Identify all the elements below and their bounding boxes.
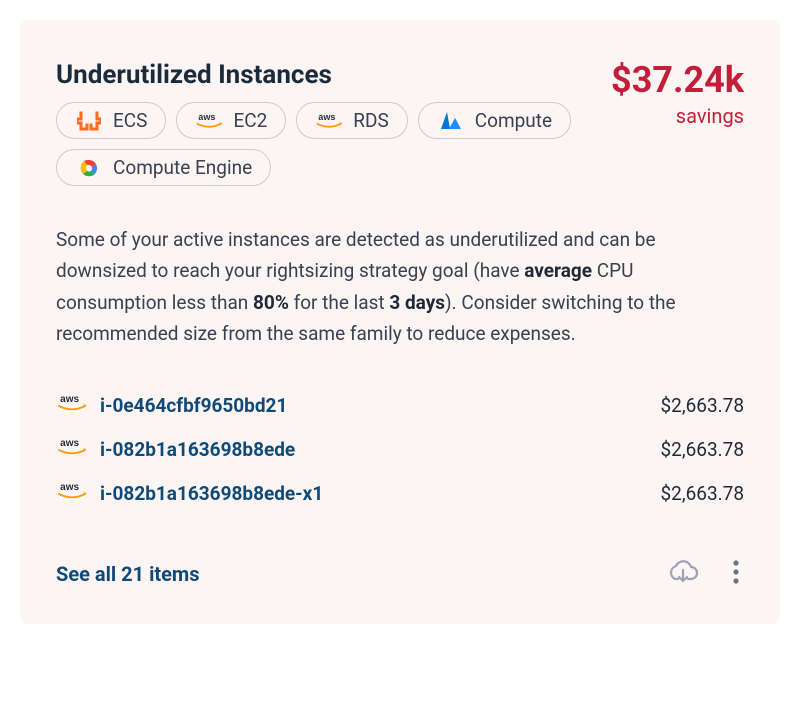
ecs-icon xyxy=(75,111,103,131)
aws-icon xyxy=(315,111,343,131)
card-footer: See all 21 items xyxy=(56,555,744,592)
instance-savings: $2,663.78 xyxy=(661,394,745,417)
chip-label: ECS xyxy=(113,109,147,132)
underutilized-instances-card: Underutilized Instances ECS xyxy=(20,20,780,624)
instance-savings: $2,663.78 xyxy=(661,482,745,505)
azure-icon xyxy=(437,111,465,131)
savings-amount: $37.24k xyxy=(611,62,744,98)
chip-label: Compute xyxy=(475,109,552,132)
chip-label: Compute Engine xyxy=(113,156,252,179)
chip-rds[interactable]: RDS xyxy=(296,102,407,139)
kebab-menu-icon xyxy=(732,559,740,588)
aws-icon xyxy=(56,437,88,461)
aws-icon xyxy=(56,393,88,417)
instance-id-link[interactable]: i-0e464cfbf9650bd21 xyxy=(100,394,287,417)
download-button[interactable] xyxy=(662,555,704,592)
chip-ecs[interactable]: ECS xyxy=(56,102,166,139)
see-all-link[interactable]: See all 21 items xyxy=(56,562,200,586)
chip-ec2[interactable]: EC2 xyxy=(176,102,286,139)
instance-list: i-0e464cfbf9650bd21 $2,663.78 i-082b1a16… xyxy=(56,383,744,515)
instance-id-link[interactable]: i-082b1a163698b8ede xyxy=(100,438,295,461)
chip-gcp-compute-engine[interactable]: Compute Engine xyxy=(56,149,271,186)
savings-block: $37.24k savings xyxy=(611,60,744,128)
service-chips: ECS EC2 RDS xyxy=(56,102,611,186)
list-item: i-0e464cfbf9650bd21 $2,663.78 xyxy=(56,383,744,427)
chip-label: EC2 xyxy=(233,109,267,132)
aws-icon xyxy=(195,111,223,131)
more-options-button[interactable] xyxy=(728,555,744,592)
cloud-download-icon xyxy=(666,559,700,588)
aws-icon xyxy=(56,481,88,505)
instance-savings: $2,663.78 xyxy=(661,438,745,461)
card-description: Some of your active instances are detect… xyxy=(56,224,744,349)
chip-azure-compute[interactable]: Compute xyxy=(418,102,571,139)
gcp-icon xyxy=(75,158,103,178)
savings-label: savings xyxy=(611,104,744,128)
card-header: Underutilized Instances ECS xyxy=(56,60,744,216)
card-title: Underutilized Instances xyxy=(56,60,611,90)
chip-label: RDS xyxy=(353,109,388,132)
list-item: i-082b1a163698b8ede $2,663.78 xyxy=(56,427,744,471)
list-item: i-082b1a163698b8ede-x1 $2,663.78 xyxy=(56,471,744,515)
instance-id-link[interactable]: i-082b1a163698b8ede-x1 xyxy=(100,482,323,505)
